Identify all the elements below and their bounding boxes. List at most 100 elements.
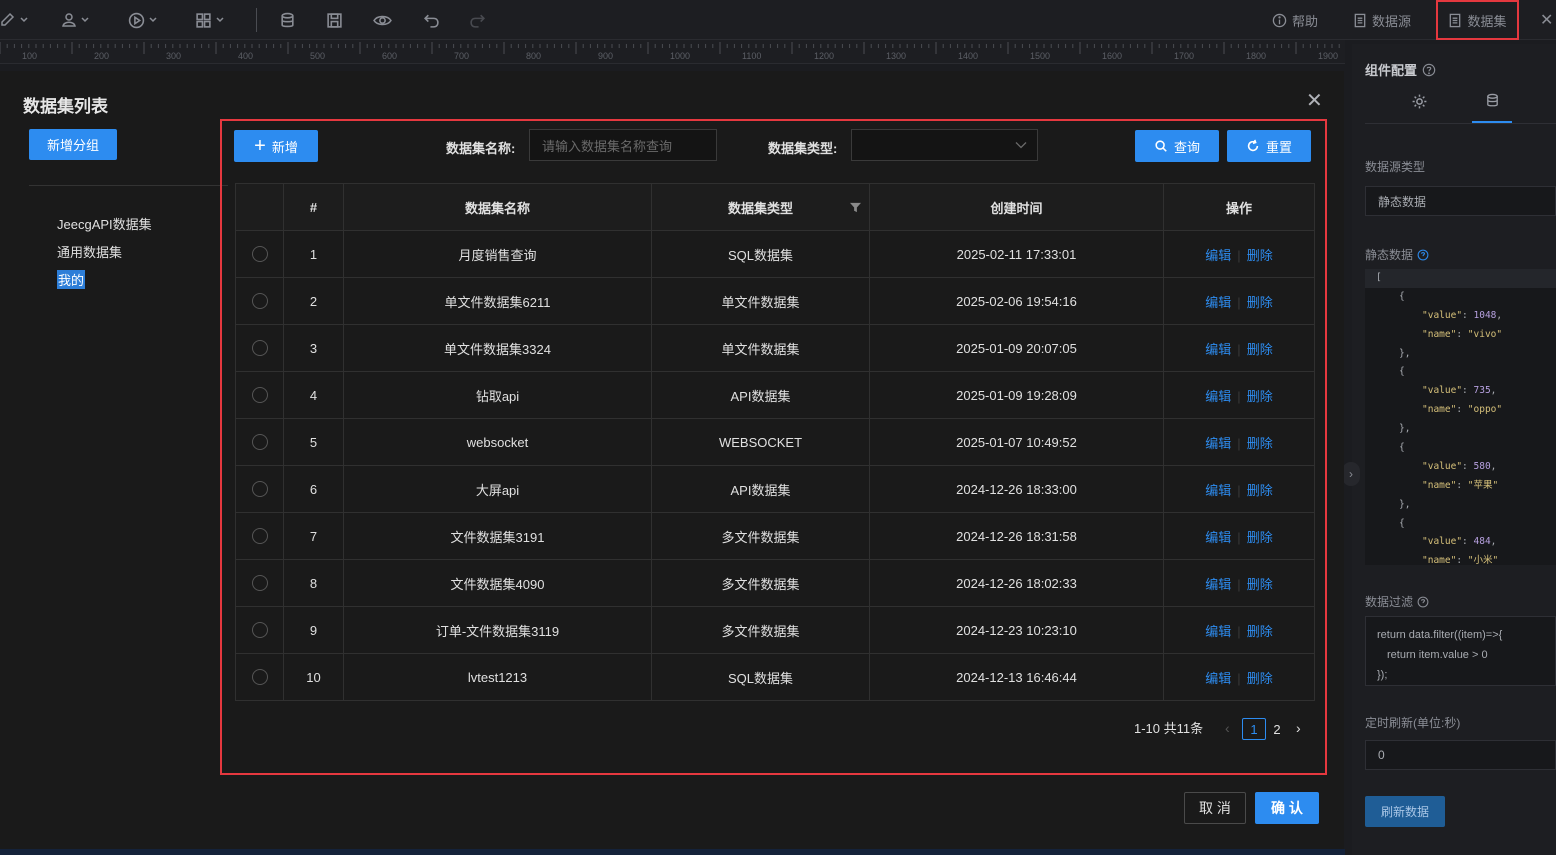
- settings-gear-icon[interactable]: [1411, 93, 1428, 110]
- edit-link[interactable]: 编辑: [1205, 436, 1231, 451]
- table-row[interactable]: 9 订单-文件数据集3119 多文件数据集 2024-12-23 10:23:10 编辑…: [235, 606, 1315, 654]
- row-select-radio[interactable]: [235, 465, 284, 513]
- table-row[interactable]: 4 钻取api API数据集 2025-01-09 19:28:09 编辑 | 删除: [235, 371, 1315, 419]
- delete-link[interactable]: 删除: [1247, 342, 1273, 357]
- tree-item-general[interactable]: 通用数据集: [57, 242, 122, 261]
- ruler-label: 900: [598, 51, 614, 61]
- table-row[interactable]: 5 websocket WEBSOCKET 2025-01-07 10:49:52 编辑…: [235, 418, 1315, 466]
- refresh-data-button[interactable]: 刷新数据: [1365, 796, 1445, 827]
- redo-icon[interactable]: [469, 10, 486, 30]
- question-icon[interactable]: [1417, 249, 1429, 261]
- radio-icon[interactable]: [251, 575, 268, 592]
- row-dataset-type: 多文件数据集: [651, 512, 870, 560]
- row-created-time: 2025-02-11 17:33:01: [869, 230, 1164, 278]
- delete-link[interactable]: 删除: [1247, 624, 1273, 639]
- dataset-type-select[interactable]: [851, 129, 1038, 161]
- datasource-button[interactable]: 数据源: [1353, 10, 1411, 30]
- delete-link[interactable]: 删除: [1247, 248, 1273, 263]
- dataset-name-input[interactable]: 请输入数据集名称查询: [529, 129, 717, 161]
- filter-icon[interactable]: [850, 202, 861, 213]
- help-button[interactable]: 帮助: [1272, 10, 1318, 30]
- close-icon[interactable]: ✕: [1306, 88, 1323, 113]
- table-row[interactable]: 6 大屏api API数据集 2024-12-26 18:33:00 编辑 | 删除: [235, 465, 1315, 513]
- row-dataset-type: SQL数据集: [651, 230, 870, 278]
- page-2-button[interactable]: 2: [1265, 718, 1289, 740]
- row-select-radio[interactable]: [235, 277, 284, 325]
- row-select-radio[interactable]: [235, 559, 284, 607]
- dataset-button[interactable]: 数据集: [1436, 0, 1519, 40]
- edit-link[interactable]: 编辑: [1205, 342, 1231, 357]
- radio-icon[interactable]: [251, 434, 268, 451]
- query-button[interactable]: 查询: [1135, 130, 1219, 162]
- edit-link[interactable]: 编辑: [1205, 248, 1231, 263]
- edit-link[interactable]: 编辑: [1205, 624, 1231, 639]
- edit-link[interactable]: 编辑: [1205, 577, 1231, 592]
- delete-link[interactable]: 删除: [1247, 671, 1273, 686]
- row-select-radio[interactable]: [235, 418, 284, 466]
- add-group-button[interactable]: 新增分组: [29, 129, 117, 160]
- database-icon[interactable]: [279, 10, 296, 30]
- chevron-right-icon[interactable]: ›: [1342, 462, 1360, 486]
- table-row[interactable]: 8 文件数据集4090 多文件数据集 2024-12-26 18:02:33 编辑 | 删除: [235, 559, 1315, 607]
- edit-link[interactable]: 编辑: [1205, 389, 1231, 404]
- cancel-button[interactable]: 取 消: [1184, 792, 1246, 824]
- static-data-editor[interactable]: [ { "value": 1048, "name": "vivo" }, { "…: [1365, 269, 1556, 565]
- row-dataset-name: 钻取api: [343, 371, 652, 419]
- chevron-left-icon[interactable]: ‹: [1225, 720, 1230, 736]
- table-row[interactable]: 2 单文件数据集6211 单文件数据集 2025-02-06 19:54:16 编辑 | 删…: [235, 277, 1315, 325]
- grid-icon[interactable]: [195, 10, 225, 30]
- edit-link[interactable]: 编辑: [1205, 671, 1231, 686]
- delete-link[interactable]: 删除: [1247, 389, 1273, 404]
- edit-link[interactable]: 编辑: [1205, 483, 1231, 498]
- edit-link[interactable]: 编辑: [1205, 530, 1231, 545]
- data-filter-editor[interactable]: return data.filter((item)=>{ return item…: [1365, 616, 1556, 686]
- delete-link[interactable]: 删除: [1247, 295, 1273, 310]
- play-icon[interactable]: [128, 10, 158, 30]
- confirm-button[interactable]: 确 认: [1255, 792, 1319, 824]
- refresh-interval-input[interactable]: 0: [1365, 740, 1556, 770]
- row-select-radio[interactable]: [235, 606, 284, 654]
- table-row[interactable]: 1 月度销售查询 SQL数据集 2025-02-11 17:33:01 编辑 | 删除: [235, 230, 1315, 278]
- preview-eye-icon[interactable]: [373, 10, 392, 30]
- row-index: 1: [283, 230, 344, 278]
- table-row[interactable]: 3 单文件数据集3324 单文件数据集 2025-01-09 20:07:05 编辑 | 删…: [235, 324, 1315, 372]
- row-actions: 编辑 | 删除: [1163, 465, 1315, 513]
- row-index: 6: [283, 465, 344, 513]
- user-icon[interactable]: [61, 10, 90, 30]
- radio-icon[interactable]: [251, 528, 268, 545]
- tree-item-jeecg-api[interactable]: JeecgAPI数据集: [57, 214, 152, 233]
- radio-icon[interactable]: [251, 246, 268, 263]
- save-icon[interactable]: [326, 10, 343, 30]
- chevron-right-icon[interactable]: ›: [1296, 720, 1301, 736]
- database-tab-icon[interactable]: [1485, 93, 1500, 108]
- tree-item-mine[interactable]: 我的: [57, 270, 86, 289]
- radio-icon[interactable]: [251, 340, 268, 357]
- edit-icon[interactable]: [0, 10, 29, 30]
- delete-link[interactable]: 删除: [1247, 483, 1273, 498]
- radio-icon[interactable]: [251, 622, 268, 639]
- radio-icon[interactable]: [251, 481, 268, 498]
- radio-icon[interactable]: [251, 669, 268, 686]
- reset-button[interactable]: 重置: [1227, 130, 1311, 162]
- question-icon[interactable]: [1417, 596, 1429, 608]
- ruler-label: 500: [310, 51, 326, 61]
- delete-link[interactable]: 删除: [1247, 530, 1273, 545]
- new-dataset-button[interactable]: + 新增: [234, 130, 318, 162]
- row-select-radio[interactable]: [235, 512, 284, 560]
- table-row[interactable]: 7 文件数据集3191 多文件数据集 2024-12-26 18:31:58 编辑 | 删除: [235, 512, 1315, 560]
- row-select-radio[interactable]: [235, 324, 284, 372]
- datasource-type-select[interactable]: 静态数据: [1365, 186, 1556, 216]
- delete-link[interactable]: 删除: [1247, 436, 1273, 451]
- row-select-radio[interactable]: [235, 653, 284, 701]
- edit-link[interactable]: 编辑: [1205, 295, 1231, 310]
- question-icon[interactable]: [1422, 63, 1436, 77]
- undo-icon[interactable]: [423, 10, 440, 30]
- radio-icon[interactable]: [251, 293, 268, 310]
- close-icon[interactable]: ✕: [1540, 10, 1553, 30]
- row-select-radio[interactable]: [235, 230, 284, 278]
- row-select-radio[interactable]: [235, 371, 284, 419]
- page-1-button[interactable]: 1: [1242, 718, 1266, 740]
- table-row[interactable]: 10 lvtest1213 SQL数据集 2024-12-13 16:46:44 编辑 |…: [235, 653, 1315, 701]
- delete-link[interactable]: 删除: [1247, 577, 1273, 592]
- radio-icon[interactable]: [251, 387, 268, 404]
